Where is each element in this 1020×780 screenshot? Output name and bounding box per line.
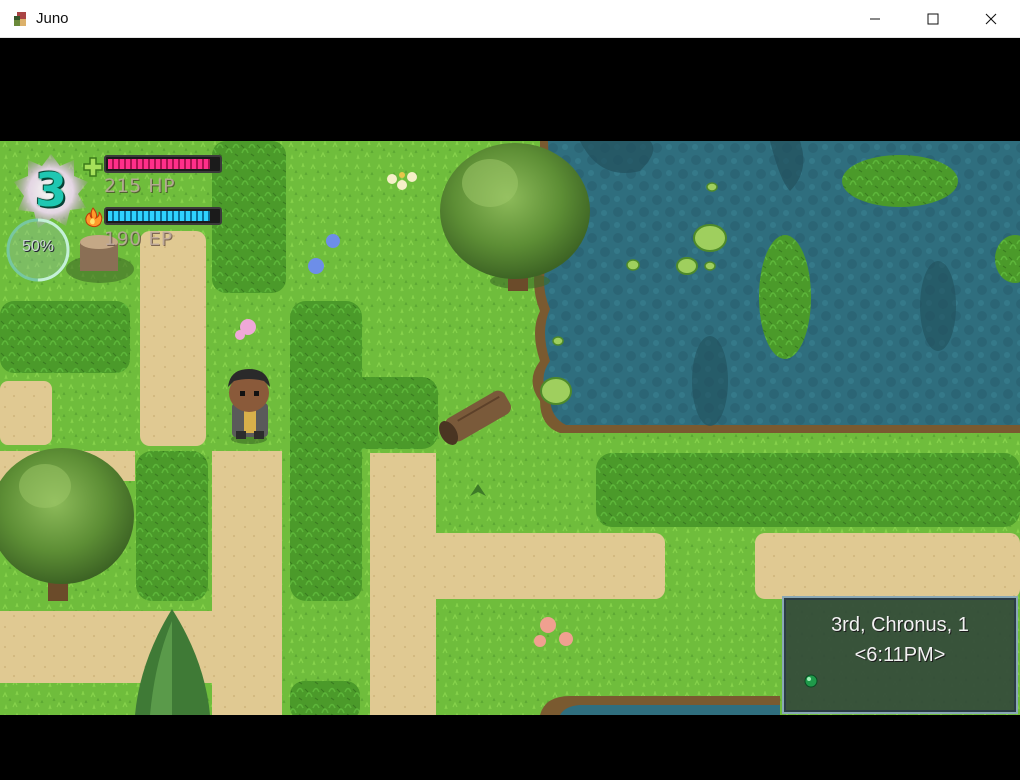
ep-label: 190 EP [104, 228, 173, 250]
minimize-button[interactable] [846, 0, 904, 38]
hp-bar [104, 155, 222, 173]
flame-icon [85, 207, 103, 228]
close-icon [985, 13, 997, 25]
plus-icon [83, 157, 103, 177]
player-level: 3 [34, 163, 67, 217]
green-gem-icon [804, 674, 818, 688]
hp-label: 215 HP [104, 175, 176, 197]
game-time: <6:11PM> [854, 644, 946, 666]
game-date: 3rd, Chronus, 1 [831, 614, 969, 636]
date-time-panel: 3rd, Chronus, 1 <6:11PM> [782, 596, 1018, 714]
minimize-icon [870, 18, 880, 20]
app-icon [14, 12, 26, 26]
window-titlebar[interactable]: Juno [0, 0, 1020, 38]
letterbox-bottom [0, 715, 1020, 780]
ep-bar [104, 207, 222, 225]
player-character[interactable] [228, 369, 270, 444]
xp-percent: 50% [21, 238, 55, 255]
maximize-button[interactable] [904, 0, 962, 38]
ep-bar-fill [108, 211, 210, 221]
letterbox-top [0, 38, 1020, 141]
window-title: Juno [36, 10, 69, 27]
hp-bar-fill [108, 159, 210, 169]
close-button[interactable] [962, 0, 1020, 38]
maximize-icon [927, 13, 939, 25]
